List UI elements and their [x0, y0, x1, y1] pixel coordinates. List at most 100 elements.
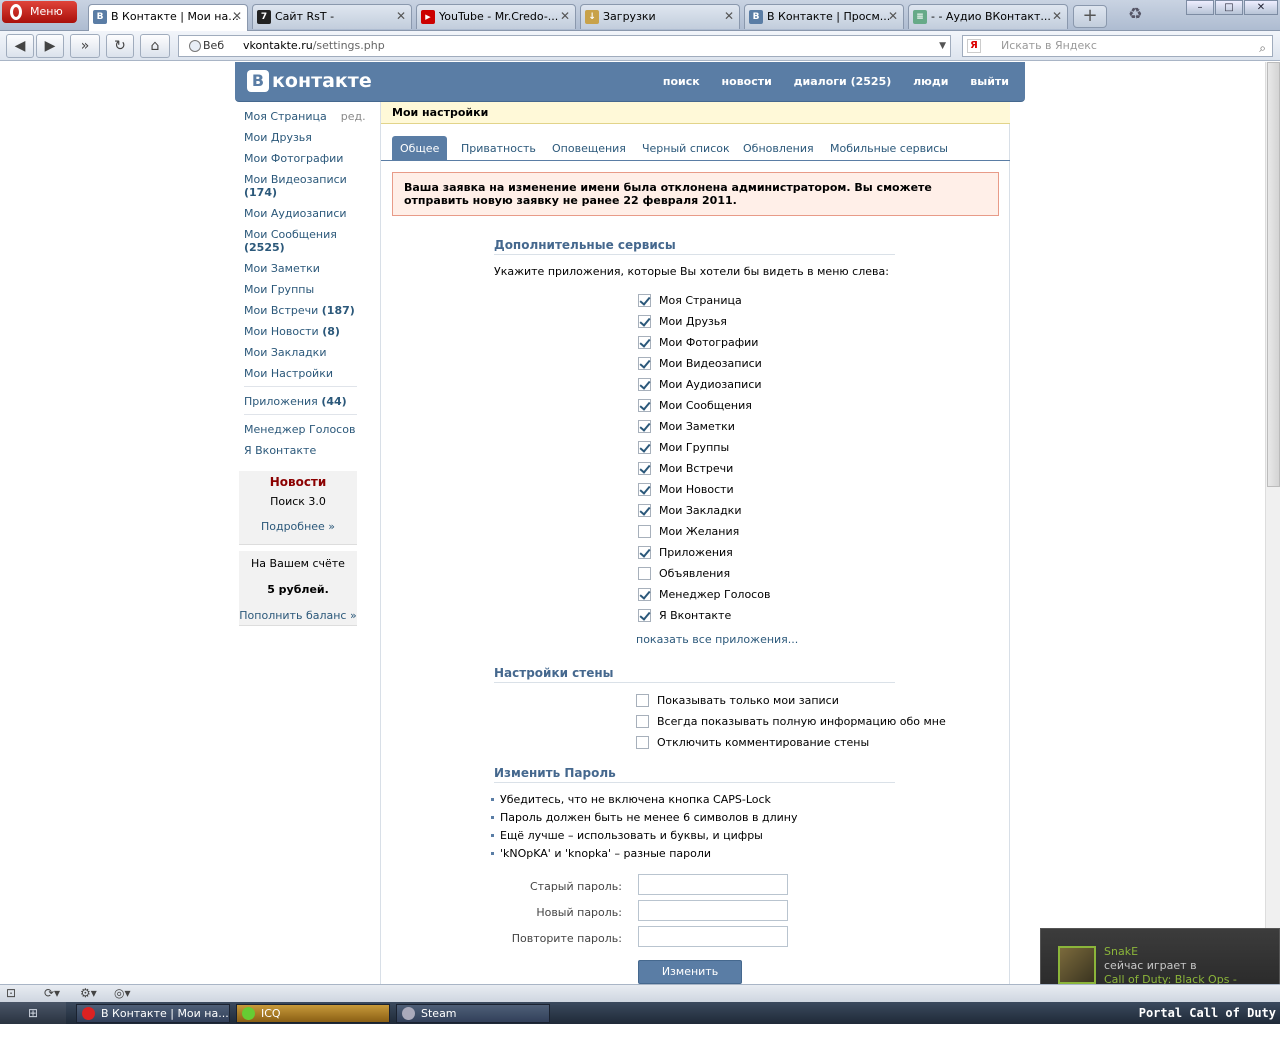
address-field[interactable]: Веб vkontakte.ru/settings.php ▼ — [178, 35, 951, 57]
vk-header: Вконтакте поиск новости диалоги (2525) л… — [235, 62, 1025, 102]
tab-privacy[interactable]: Приватность — [453, 136, 544, 161]
trash-icon[interactable]: ♻ — [1128, 4, 1146, 26]
taskbar-item-steam[interactable]: Steam — [396, 1004, 550, 1023]
service-checkbox[interactable] — [638, 609, 651, 622]
minimize-button[interactable]: – — [1186, 0, 1214, 15]
close-icon[interactable]: ✕ — [724, 5, 734, 28]
service-checkbox[interactable] — [638, 378, 651, 391]
service-checkbox[interactable] — [638, 567, 651, 580]
sidebar-item-videos[interactable]: Мои Видеозаписи (174) — [244, 173, 354, 199]
home-icon[interactable]: ⌂ — [140, 34, 170, 58]
wall-checkbox[interactable] — [636, 694, 649, 707]
sidebar-item-groups[interactable]: Мои Группы — [244, 283, 314, 296]
forward-button[interactable]: ▶ — [36, 34, 64, 58]
back-button[interactable]: ◀ — [6, 34, 34, 58]
sync-icon[interactable]: ⟳▾ — [44, 986, 60, 1000]
tab-updates[interactable]: Обновления — [735, 136, 822, 161]
tab-vk-audio[interactable]: ≡ - - Аудио ВКонтакт... ✕ — [908, 4, 1068, 29]
sidebar-item-photos[interactable]: Мои Фотографии — [244, 152, 343, 165]
service-checkbox[interactable] — [638, 441, 651, 454]
tab-mobile-services[interactable]: Мобильные сервисы — [822, 136, 956, 161]
service-checkbox-label: Мои Аудиозаписи — [659, 378, 762, 391]
tab-vk-view[interactable]: В В Контакте | Просм... ✕ — [744, 4, 904, 29]
service-checkbox[interactable] — [638, 483, 651, 496]
vk-logo[interactable]: Вконтакте — [247, 70, 372, 92]
old-password-field[interactable] — [638, 874, 788, 895]
service-checkbox[interactable] — [638, 294, 651, 307]
maximize-button[interactable]: □ — [1215, 0, 1243, 15]
close-icon[interactable]: ✕ — [232, 5, 242, 28]
sidebar-item-friends[interactable]: Мои Друзья — [244, 131, 312, 144]
repeat-password-field[interactable] — [638, 926, 788, 947]
topup-link[interactable]: Пополнить баланс » — [239, 609, 357, 622]
taskbar-item-icq[interactable]: ICQ — [236, 1004, 390, 1023]
sidebar-item-events[interactable]: Мои Встречи (187) — [244, 304, 355, 317]
page-scrollbar[interactable] — [1265, 62, 1280, 984]
tab-blacklist[interactable]: Черный список — [634, 136, 738, 161]
service-checkbox[interactable] — [638, 315, 651, 328]
service-checkbox[interactable] — [638, 357, 651, 370]
taskbar-item-opera[interactable]: В Контакте | Мои на... — [76, 1004, 230, 1023]
wall-checkbox[interactable] — [636, 715, 649, 728]
sidebar-item-ya-vkontakte[interactable]: Я Вконтакте — [244, 444, 316, 457]
show-all-apps-link[interactable]: показать все приложения... — [636, 633, 798, 646]
nav-news-link[interactable]: новости — [722, 75, 772, 88]
change-password-button[interactable]: Изменить Пароль — [638, 960, 742, 984]
news-more-link[interactable]: Подробнее » — [239, 520, 357, 533]
service-checkbox[interactable] — [638, 546, 651, 559]
panel-toggle-icon[interactable]: ⊡ — [6, 986, 16, 1000]
password-tip: Пароль должен быть не менее 6 символов в… — [490, 811, 798, 824]
unite-icon[interactable]: ◎▾ — [114, 986, 131, 1000]
tab-downloads[interactable]: ↓ Загрузки ✕ — [580, 4, 740, 29]
window-close-button[interactable]: ✕ — [1244, 0, 1278, 15]
service-checkbox[interactable] — [638, 525, 651, 538]
sidebar-item-label: Мои Встречи — [244, 304, 319, 317]
nav-people-link[interactable]: люди — [913, 75, 948, 88]
sidebar-item-news[interactable]: Мои Новости (8) — [244, 325, 340, 338]
wall-section-title: Настройки стены — [494, 666, 895, 683]
edit-link[interactable]: ред. — [341, 110, 366, 123]
nav-dialogs-link[interactable]: диалоги (2525) — [794, 75, 892, 88]
close-icon[interactable]: ✕ — [396, 5, 406, 28]
service-checkbox[interactable] — [638, 420, 651, 433]
tab-rst[interactable]: 7 Сайт RsT - ✕ — [252, 4, 412, 29]
sidebar-item-bookmarks[interactable]: Мои Закладки — [244, 346, 326, 359]
turbo-icon[interactable]: ⚙▾ — [80, 986, 97, 1000]
tab-general[interactable]: Общее — [392, 136, 448, 161]
chevron-down-icon[interactable]: ▼ — [939, 36, 946, 56]
windows-taskbar: ⊞ В Контакте | Мои на... ICQ Steam Porta… — [0, 1002, 1280, 1042]
sidebar-item-voice-manager[interactable]: Менеджер Голосов — [244, 423, 355, 436]
wall-checkbox[interactable] — [636, 736, 649, 749]
nav-search-link[interactable]: поиск — [663, 75, 700, 88]
close-icon[interactable]: ✕ — [888, 5, 898, 28]
service-checkbox[interactable] — [638, 336, 651, 349]
fast-forward-button[interactable]: » — [70, 34, 100, 58]
news-box-text: Поиск 3.0 — [270, 495, 326, 508]
search-icon[interactable]: ⌕ — [1259, 38, 1266, 58]
nav-logout-link[interactable]: выйти — [970, 75, 1009, 88]
old-password-label: Старый пароль: — [529, 880, 622, 893]
sidebar-item-audio[interactable]: Мои Аудиозаписи — [244, 207, 347, 220]
start-button[interactable]: ⊞ — [0, 1002, 66, 1024]
tab-notifications[interactable]: Оповещения — [544, 136, 634, 161]
sidebar-item-apps[interactable]: Приложения (44) — [244, 395, 347, 408]
sidebar-item-messages[interactable]: Мои Сообщения (2525) — [244, 228, 354, 254]
url-path: /settings.php — [312, 39, 385, 52]
service-checkbox[interactable] — [638, 399, 651, 412]
new-password-field[interactable] — [638, 900, 788, 921]
sidebar-item-my-page[interactable]: Моя Страница ред. — [244, 110, 366, 123]
sidebar-item-settings[interactable]: Мои Настройки — [244, 367, 333, 380]
close-icon[interactable]: ✕ — [560, 5, 570, 28]
search-input[interactable]: Я Искать в Яндекс ⌕ — [962, 35, 1273, 57]
close-icon[interactable]: ✕ — [1052, 5, 1062, 28]
tab-vk-settings[interactable]: В В Контакте | Мои на... ✕ — [88, 4, 248, 31]
opera-menu-button[interactable]: Меню — [2, 1, 77, 23]
scrollbar-thumb[interactable] — [1267, 62, 1280, 487]
reload-icon[interactable]: ↻ — [106, 34, 134, 58]
service-checkbox[interactable] — [638, 462, 651, 475]
tab-youtube[interactable]: ▶ YouTube - Mr.Credo-... ✕ — [416, 4, 576, 29]
sidebar-item-notes[interactable]: Мои Заметки — [244, 262, 320, 275]
service-checkbox[interactable] — [638, 504, 651, 517]
service-checkbox[interactable] — [638, 588, 651, 601]
new-tab-button[interactable]: + — [1073, 5, 1107, 28]
